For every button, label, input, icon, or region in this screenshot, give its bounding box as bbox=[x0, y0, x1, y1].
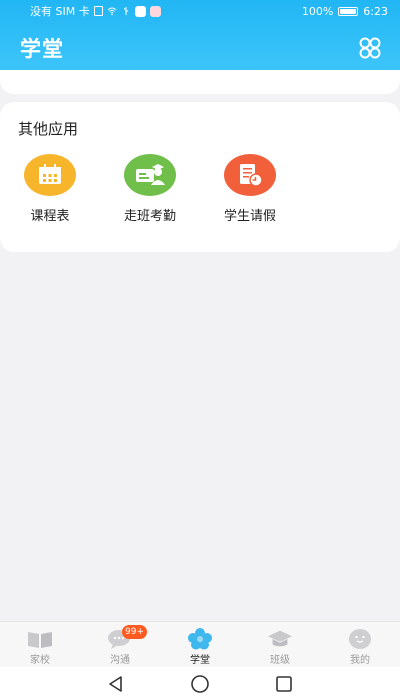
tab-label: 学堂 bbox=[190, 655, 210, 666]
section-title: 其他应用 bbox=[18, 120, 79, 138]
app-label: 学生请假 bbox=[223, 209, 276, 224]
clock: 6:23 bbox=[363, 4, 388, 18]
grid-icon bbox=[359, 37, 381, 59]
tab-label: 家校 bbox=[30, 655, 50, 666]
back-button[interactable] bbox=[105, 673, 127, 695]
app-header: 没有 SIM 卡 100% 6:23 学堂 bbox=[0, 0, 400, 75]
home-circle-icon bbox=[191, 674, 209, 693]
tab-label: 我的 bbox=[350, 655, 370, 666]
usb-icon bbox=[123, 7, 129, 15]
leave-form-icon bbox=[224, 154, 276, 196]
other-apps-card: 其他应用 课程表 走班考勤 学生请假 bbox=[0, 102, 400, 252]
app-class-attendance[interactable]: 走班考勤 bbox=[110, 154, 190, 224]
tab-mine[interactable]: 我的 bbox=[320, 622, 400, 667]
wifi-icon bbox=[107, 7, 117, 16]
battery-percent: 100% bbox=[301, 4, 334, 18]
home-button[interactable] bbox=[189, 673, 211, 695]
app-student-leave[interactable]: 学生请假 bbox=[210, 154, 290, 224]
calendar-icon bbox=[24, 154, 76, 196]
tab-label: 班级 bbox=[270, 655, 290, 666]
tab-study-hall[interactable]: 学堂 bbox=[160, 622, 240, 667]
unread-badge: 99+ bbox=[122, 625, 147, 639]
app-notification-icon bbox=[149, 5, 161, 17]
book-icon bbox=[27, 628, 53, 650]
sim-icon bbox=[93, 6, 103, 16]
tab-communication[interactable]: 99+ 沟通 bbox=[80, 622, 160, 667]
tab-class[interactable]: 班级 bbox=[240, 622, 320, 667]
system-nav-bar bbox=[0, 667, 400, 700]
app-label: 走班考勤 bbox=[123, 209, 176, 224]
grid-menu-button[interactable] bbox=[358, 36, 382, 60]
attendance-icon bbox=[124, 154, 176, 196]
app-course-schedule[interactable]: 课程表 bbox=[10, 154, 90, 224]
bottom-tab-bar: 家校 99+ 沟通 学堂 班级 我的 bbox=[0, 621, 400, 667]
battery-icon bbox=[338, 6, 359, 16]
carrier-text: 没有 SIM 卡 bbox=[30, 5, 90, 18]
recents-square-icon bbox=[276, 675, 292, 692]
recents-button[interactable] bbox=[273, 673, 295, 695]
status-bar: 没有 SIM 卡 100% 6:23 bbox=[0, 0, 400, 22]
profile-face-icon bbox=[347, 628, 373, 650]
app-notification-icon bbox=[134, 5, 146, 17]
top-card bbox=[0, 70, 400, 94]
page-title: 学堂 bbox=[20, 37, 64, 61]
flower-icon bbox=[187, 628, 213, 650]
tab-label: 沟通 bbox=[110, 655, 130, 666]
graduation-cap-icon bbox=[267, 628, 293, 650]
app-label: 课程表 bbox=[30, 209, 70, 224]
back-triangle-icon bbox=[109, 675, 122, 692]
tab-home-school[interactable]: 家校 bbox=[0, 622, 80, 667]
chat-icon: 99+ bbox=[107, 625, 147, 650]
